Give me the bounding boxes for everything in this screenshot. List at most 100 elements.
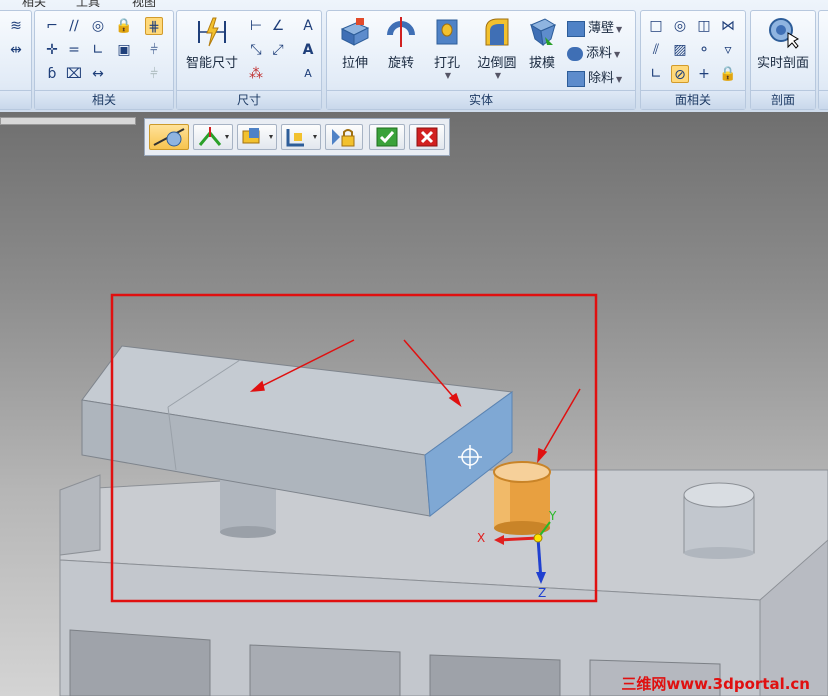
tab-view[interactable]: 视图 <box>132 0 156 7</box>
add-material-label: 添料 <box>586 46 613 61</box>
perpendicular-icon[interactable]: ∟ <box>89 41 107 59</box>
relation-assistant-icon[interactable]: ⫩ <box>145 65 163 83</box>
round-button[interactable]: 边倒圆 ▼ <box>471 15 523 80</box>
revolve-label: 旋转 <box>387 56 414 71</box>
select-face-button[interactable] <box>149 124 189 150</box>
concentric-face-icon[interactable]: ◎ <box>671 17 689 35</box>
remove-material-label: 除料 <box>588 71 615 86</box>
lock-relation-button[interactable] <box>325 124 363 150</box>
graphics-viewport[interactable]: X Y Z <box>0 112 828 696</box>
group-section: 实时剖面 剖面 <box>750 10 816 110</box>
connect-icon[interactable]: ⌐ <box>43 17 61 35</box>
group-dimension: 智能尺寸 ⊢ ∠ ⤡ ⤢ ⁂ A A A 尺寸 <box>176 10 322 110</box>
smart-dimension-button[interactable]: 智能尺寸 <box>179 15 245 71</box>
tab-tools[interactable]: 工具 <box>76 0 100 7</box>
round-dropdown-icon[interactable]: ▼ <box>473 71 523 80</box>
horizontal-scrollbar[interactable] <box>0 117 136 125</box>
tab-relate[interactable]: 相关 <box>22 0 46 7</box>
remove-material-button[interactable]: 除料 ▼ <box>567 67 622 87</box>
rigid-face-icon[interactable]: 🔒 <box>719 65 737 83</box>
add-material-button[interactable]: 添料 ▼ <box>567 42 620 61</box>
selected-cylinder[interactable] <box>493 461 551 535</box>
hole-label: 打孔 <box>433 56 460 71</box>
cancel-button[interactable] <box>409 124 445 150</box>
angular-coordinate-icon[interactable]: ⤢ <box>269 41 287 59</box>
add-material-icon <box>567 46 583 61</box>
thin-wall-icon <box>567 20 585 37</box>
parallel-face-icon[interactable]: ◫ <box>695 17 713 35</box>
remove-material-dropdown-icon[interactable]: ▼ <box>616 75 622 84</box>
extrude-button[interactable]: 拉伸 <box>333 15 377 71</box>
offset-face-icon[interactable]: ▨ <box>671 41 689 59</box>
group-label-solid: 实体 <box>327 90 635 109</box>
concentric-icon[interactable]: ◎ <box>89 17 107 35</box>
round-label: 边倒圆 <box>477 56 517 71</box>
perpendicular-cross-icon[interactable]: ✛ <box>43 41 61 59</box>
ribbon: 相关 工具 视图 ≋ ⇹ ⌐ ∕∕ ◎ 🔒 ⋕ ✛ = ∟ ▣ ⫩ ɓ ⌧ ↔ … <box>0 0 828 113</box>
tangent-face-active-icon[interactable]: ⊘ <box>671 65 689 83</box>
ribbon-tabs: 相关 工具 视图 <box>0 0 828 7</box>
angle-between-icon[interactable]: ∠ <box>269 17 287 35</box>
relate-mode-button[interactable] <box>237 124 277 150</box>
revolve-button[interactable]: 旋转 <box>379 15 423 71</box>
accept-button[interactable] <box>369 124 405 150</box>
group-solid: 拉伸 旋转 打孔 ▼ 边倒圆 ▼ 拔模 薄壁 ▼ 添料 ▼ 除料 ▼ 实体 <box>326 10 636 110</box>
offset-mode-icon <box>286 129 317 147</box>
live-section-icon <box>769 18 800 49</box>
remove-material-icon <box>567 70 585 87</box>
rigid-set-icon[interactable]: ▣ <box>115 41 133 59</box>
coplanar-icon[interactable]: □ <box>647 17 665 35</box>
relate-mode-icon <box>242 128 273 144</box>
tangent-face-icon[interactable]: ▿ <box>719 41 737 59</box>
thin-wall-button[interactable]: 薄壁 ▼ <box>567 17 622 37</box>
relation-handles-icon[interactable]: ⫩ <box>145 41 163 59</box>
horizontal-vertical-face-icon[interactable]: + <box>695 65 713 83</box>
group-partial-right <box>818 10 828 110</box>
live-section-label: 实时剖面 <box>756 56 809 71</box>
thin-wall-dropdown-icon[interactable]: ▼ <box>616 25 622 34</box>
symmetric-diameter-icon[interactable]: ⁂ <box>247 65 265 83</box>
project-icon[interactable]: ⇹ <box>7 41 25 59</box>
add-material-dropdown-icon[interactable]: ▼ <box>614 50 620 59</box>
text-increase-icon[interactable]: A <box>299 41 317 59</box>
maintain-relations-icon[interactable]: ⋕ <box>145 17 163 35</box>
group-label-dimension: 尺寸 <box>177 90 321 109</box>
coordinate-dimension-icon[interactable]: ⤡ <box>247 41 265 59</box>
round-icon <box>485 18 509 46</box>
close-icon <box>416 127 438 147</box>
tangent-select-icon <box>153 128 185 147</box>
parallel-icon[interactable]: ∕∕ <box>65 17 83 35</box>
live-section-button[interactable]: 实时剖面 <box>753 15 813 71</box>
alignment-mode-button[interactable] <box>193 124 233 150</box>
equal-icon[interactable]: = <box>65 41 83 59</box>
smart-dimension-icon <box>198 17 226 47</box>
horizontal-vertical-icon[interactable]: ↔ <box>89 65 107 83</box>
parallel-lines-icon[interactable]: ⫽ <box>647 41 665 59</box>
alignment-mode-icon <box>198 127 229 146</box>
symmetric-face-icon[interactable]: ⋈ <box>719 17 737 35</box>
draft-button[interactable]: 拔模 <box>523 15 561 71</box>
group-face-relate: □ ◎ ◫ ⋈ ⫽ ▨ ⚬ ▿ ∟ ⊘ + 🔒 面相关 <box>640 10 746 110</box>
distance-between-icon[interactable]: ⊢ <box>247 17 265 35</box>
tangent-icon[interactable]: ɓ <box>43 65 61 83</box>
hole-dropdown-icon[interactable]: ▼ <box>427 71 469 80</box>
thin-wall-label: 薄壁 <box>588 21 615 36</box>
perpendicular-face-icon[interactable]: ∟ <box>647 65 665 83</box>
axis-z-label: Z <box>538 586 546 600</box>
group-sketch-partial: ≋ ⇹ <box>0 10 32 110</box>
wrap-sketch-icon[interactable]: ≋ <box>7 17 25 35</box>
group-label-face-relate: 面相关 <box>641 90 745 109</box>
command-bar <box>144 118 450 156</box>
hole-button[interactable]: 打孔 ▼ <box>425 15 469 80</box>
text-style-icon[interactable]: A <box>299 17 317 35</box>
base-slot-middle <box>249 644 401 696</box>
group-label-section: 剖面 <box>751 90 815 109</box>
text-decrease-icon[interactable]: A <box>299 65 317 83</box>
smart-dimension-label: 智能尺寸 <box>185 56 238 71</box>
checkmark-icon <box>376 127 398 147</box>
draft-label: 拔模 <box>528 56 555 71</box>
offset-mode-button[interactable] <box>281 124 321 150</box>
lock-icon[interactable]: 🔒 <box>115 17 133 35</box>
symmetric-icon[interactable]: ⌧ <box>65 65 83 83</box>
aligned-holes-icon[interactable]: ⚬ <box>695 41 713 59</box>
